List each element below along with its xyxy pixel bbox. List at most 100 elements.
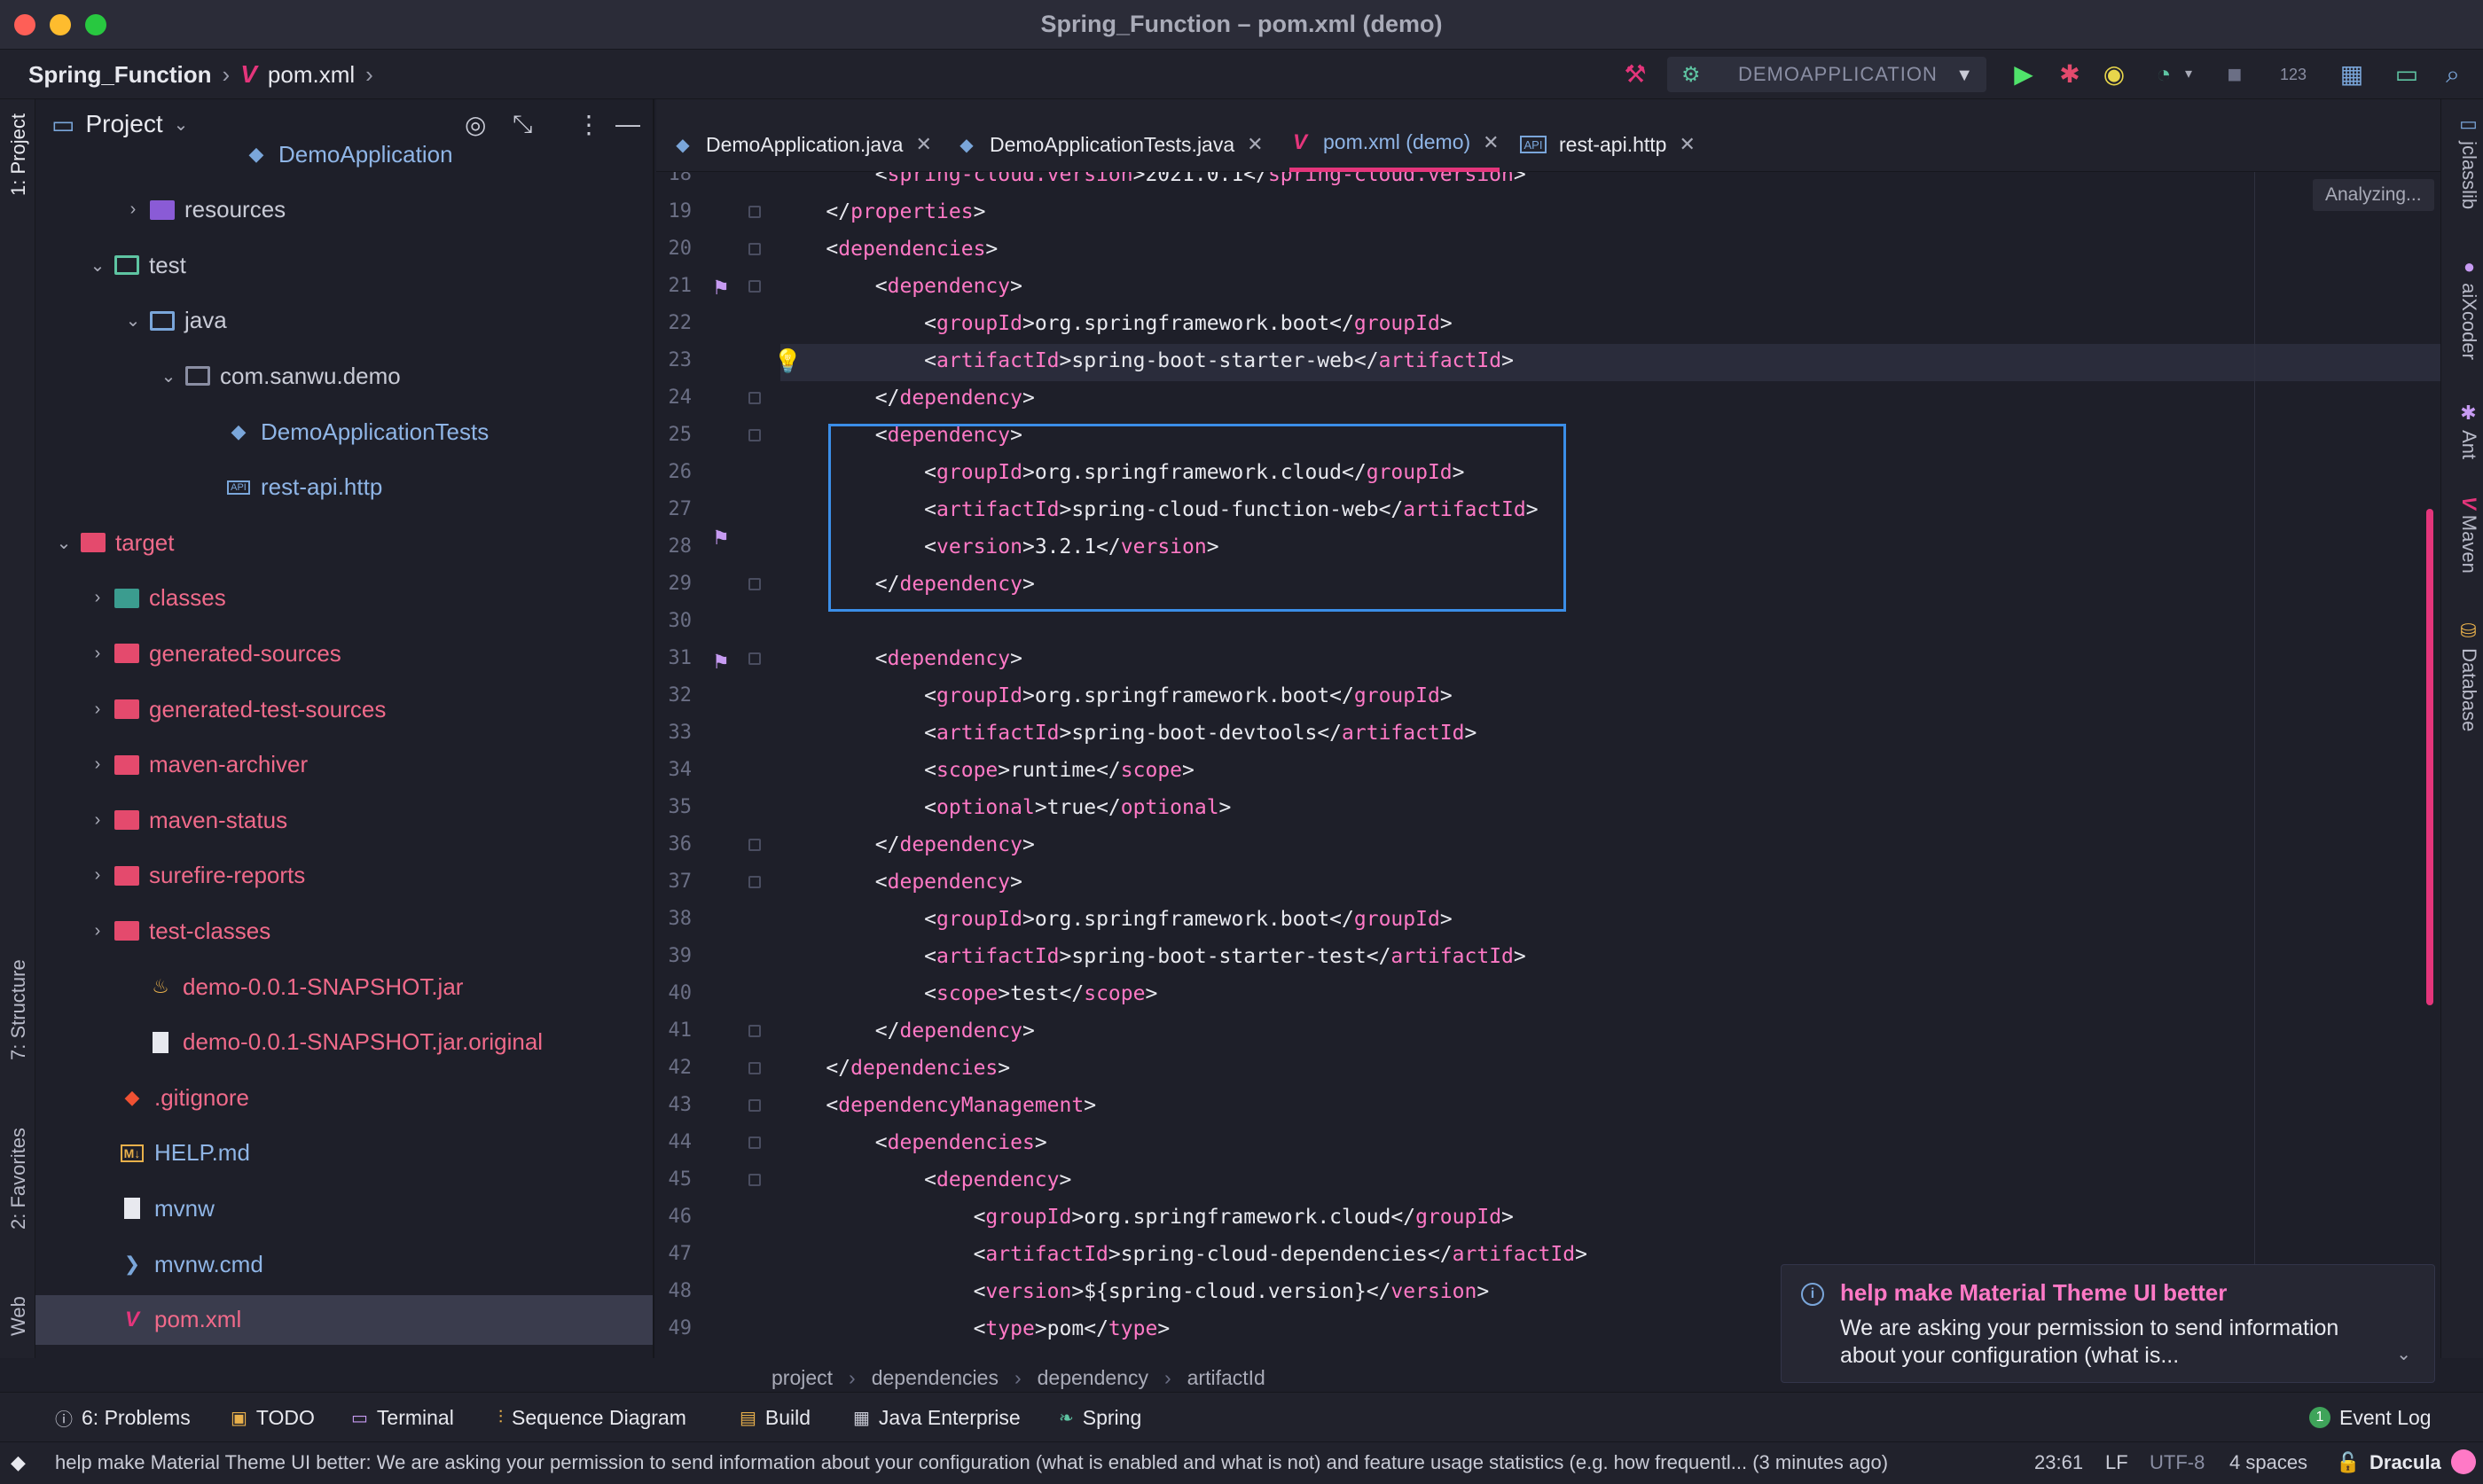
event-log-tool-button[interactable]: 1 Event Log xyxy=(2309,1402,2432,1433)
file-encoding[interactable]: UTF-8 xyxy=(2150,1451,2205,1474)
java-enterprise-tool-button[interactable]: ▦ Java Enterprise xyxy=(853,1402,1021,1433)
fold-marker-icon[interactable] xyxy=(748,243,761,255)
build-tool-button[interactable]: ▤ Build xyxy=(740,1402,811,1433)
fold-marker-icon[interactable] xyxy=(748,652,761,665)
code-line[interactable]: </dependency> xyxy=(777,826,1035,863)
tree-item[interactable]: ⌄ java xyxy=(35,296,653,346)
debug-icon[interactable]: ✱ xyxy=(2054,59,2086,90)
breadcrumb-dependency-tag[interactable]: dependency xyxy=(1038,1366,1148,1390)
caret-position[interactable]: 23:61 xyxy=(2034,1451,2083,1474)
fold-marker-icon[interactable] xyxy=(748,1062,761,1074)
chevron-right-icon[interactable]: › xyxy=(87,754,108,775)
tree-item[interactable]: › generated-test-sources xyxy=(35,684,653,734)
code-line[interactable]: </dependency> xyxy=(777,379,1035,417)
code-line[interactable]: <dependency> xyxy=(777,863,1022,901)
fold-marker-icon[interactable] xyxy=(748,839,761,851)
tab-web-tool[interactable]: Web xyxy=(4,1296,34,1358)
terminal-icon[interactable]: ▭ xyxy=(2391,59,2423,90)
code-line[interactable]: <artifactId>spring-boot-starter-web</art… xyxy=(777,342,1514,379)
fold-marker-icon[interactable] xyxy=(748,280,761,293)
code-line[interactable]: <dependencies> xyxy=(777,1124,1047,1161)
code-line[interactable]: </properties> xyxy=(777,193,985,230)
tree-item[interactable]: API rest-api.http xyxy=(35,463,653,512)
dependency-gutter-icon[interactable]: ⚑ xyxy=(708,527,734,553)
indent-setting[interactable]: 4 spaces xyxy=(2229,1451,2307,1474)
code-line[interactable]: </dependency> xyxy=(777,1012,1035,1050)
close-icon[interactable]: ✕ xyxy=(1247,133,1263,156)
tree-item[interactable]: ⌄ com.sanwu.demo xyxy=(35,351,653,401)
spring-tool-button[interactable]: ❧ Spring xyxy=(1059,1402,1141,1433)
code-line[interactable]: <dependency> xyxy=(777,1161,1071,1199)
fold-marker-icon[interactable] xyxy=(748,392,761,404)
theme-name[interactable]: Dracula xyxy=(2369,1451,2441,1474)
run-configuration-select[interactable]: ⚙ DEMOAPPLICATION ▼ xyxy=(1667,57,1986,92)
problems-tool-button[interactable]: ⓘ 6: Problems xyxy=(55,1402,191,1433)
chevron-right-icon[interactable]: › xyxy=(87,921,108,941)
lock-icon[interactable]: 🔓 xyxy=(2336,1451,2360,1474)
tab-demoapplicationtests-java[interactable]: ◆ DemoApplicationTests.java ✕ xyxy=(956,117,1263,172)
tree-item[interactable]: ♨ demo-0.0.1-SNAPSHOT.jar xyxy=(35,962,653,1011)
terminal-tool-button[interactable]: ▭ Terminal xyxy=(351,1402,454,1433)
profile-dropdown-icon[interactable]: ▾ xyxy=(2173,59,2205,90)
tab-project-tool[interactable]: 1: Project xyxy=(4,113,34,246)
chevron-right-icon[interactable]: › xyxy=(87,588,108,608)
fold-marker-icon[interactable] xyxy=(748,1136,761,1149)
chevron-down-icon[interactable]: ⌄ xyxy=(122,309,144,332)
breadcrumb-artifactid-tag[interactable]: artifactId xyxy=(1187,1366,1265,1390)
tree-item[interactable]: demo-0.0.1-SNAPSHOT.jar.original xyxy=(35,1018,653,1067)
run-icon[interactable]: ▶ xyxy=(2008,59,2040,90)
fold-marker-icon[interactable] xyxy=(748,429,761,441)
fold-marker-icon[interactable] xyxy=(748,876,761,888)
code-line[interactable]: <dependencyManagement> xyxy=(777,1087,1096,1124)
todo-tool-button[interactable]: ▣ TODO xyxy=(231,1402,315,1433)
dependency-gutter-icon[interactable]: ⚑ xyxy=(708,277,734,303)
tree-item[interactable]: › generated-sources xyxy=(35,629,653,678)
search-icon[interactable]: ⌕ xyxy=(2437,59,2469,90)
tree-item[interactable]: › maven-status xyxy=(35,795,653,845)
chevron-right-icon[interactable]: › xyxy=(87,644,108,664)
grid-layout-icon[interactable]: ▦ xyxy=(2336,59,2368,90)
breadcrumb-dependencies-tag[interactable]: dependencies xyxy=(872,1366,999,1390)
chevron-right-icon[interactable]: › xyxy=(122,199,144,220)
fold-marker-icon[interactable] xyxy=(748,1174,761,1186)
fold-marker-icon[interactable] xyxy=(748,1099,761,1112)
close-icon[interactable]: ✕ xyxy=(915,133,931,156)
expand-chevron-icon[interactable]: ⌄ xyxy=(2396,1343,2411,1365)
code-line[interactable]: <dependency> xyxy=(777,268,1022,305)
tree-item[interactable]: › resources xyxy=(35,185,653,235)
tab-rest-api-http[interactable]: API rest-api.http ✕ xyxy=(1520,117,1696,172)
code-line[interactable]: <scope>runtime</scope> xyxy=(777,752,1195,789)
code-line[interactable]: <artifactId>spring-boot-devtools</artifa… xyxy=(777,715,1476,752)
tree-item[interactable]: ❯ mvnw.cmd xyxy=(35,1239,653,1289)
status-message[interactable]: help make Material Theme UI better: We a… xyxy=(55,1451,1962,1474)
editor-scrollbar[interactable] xyxy=(2426,509,2433,1005)
fold-marker-icon[interactable] xyxy=(748,578,761,590)
fold-marker-icon[interactable] xyxy=(748,1025,761,1037)
tree-item[interactable]: › maven-archiver xyxy=(35,740,653,790)
code-line[interactable]: <spring-cloud.version>2021.0.1</spring-c… xyxy=(777,172,1526,193)
tab-ant-tool[interactable]: ✱ Ant xyxy=(2450,402,2480,459)
sequence-diagram-tool-button[interactable]: ⫶ Sequence Diagram xyxy=(498,1402,686,1433)
breadcrumb-project-tag[interactable]: project xyxy=(772,1366,833,1390)
close-icon[interactable]: ✕ xyxy=(1679,133,1695,156)
tab-jclasslib-tool[interactable]: ▭ jclasslib xyxy=(2450,113,2480,209)
code-line[interactable]: <dependencies> xyxy=(777,230,998,268)
tab-structure-tool[interactable]: 7: Structure xyxy=(4,959,34,1092)
code-line[interactable]: <artifactId>spring-boot-starter-test</ar… xyxy=(777,938,1526,975)
tree-item[interactable]: ◆ DemoApplicationTests xyxy=(35,407,653,457)
tree-item[interactable]: ⌄ target xyxy=(35,518,653,567)
breadcrumb-file[interactable]: pom.xml xyxy=(268,61,355,89)
dependency-gutter-icon[interactable]: ⚑ xyxy=(708,651,734,677)
tree-item[interactable]: ◆ .gitignore xyxy=(35,1073,653,1122)
code-editor[interactable]: 18 19 20 21 22 23 24 25 26 27 28 29 30 31 32 33 34 35 36 37… xyxy=(656,172,2440,1349)
code-line[interactable]: </dependencies> xyxy=(777,1050,1010,1087)
chevron-down-icon[interactable]: ⌄ xyxy=(158,365,179,387)
tree-item[interactable]: Vpom.xml xyxy=(35,1294,653,1345)
tree-item[interactable]: › test-classes xyxy=(35,906,653,956)
line-separator[interactable]: LF xyxy=(2105,1451,2128,1474)
code-line[interactable]: <groupId>org.springframework.boot</group… xyxy=(777,677,1453,715)
notification-title[interactable]: help make Material Theme UI better xyxy=(1840,1279,2227,1307)
tree-item[interactable]: ▥Spring_Function.iml xyxy=(35,1350,653,1358)
coverage-icon[interactable]: ◉ xyxy=(2098,59,2130,90)
code-line[interactable]: <optional>true</optional> xyxy=(777,789,1231,826)
